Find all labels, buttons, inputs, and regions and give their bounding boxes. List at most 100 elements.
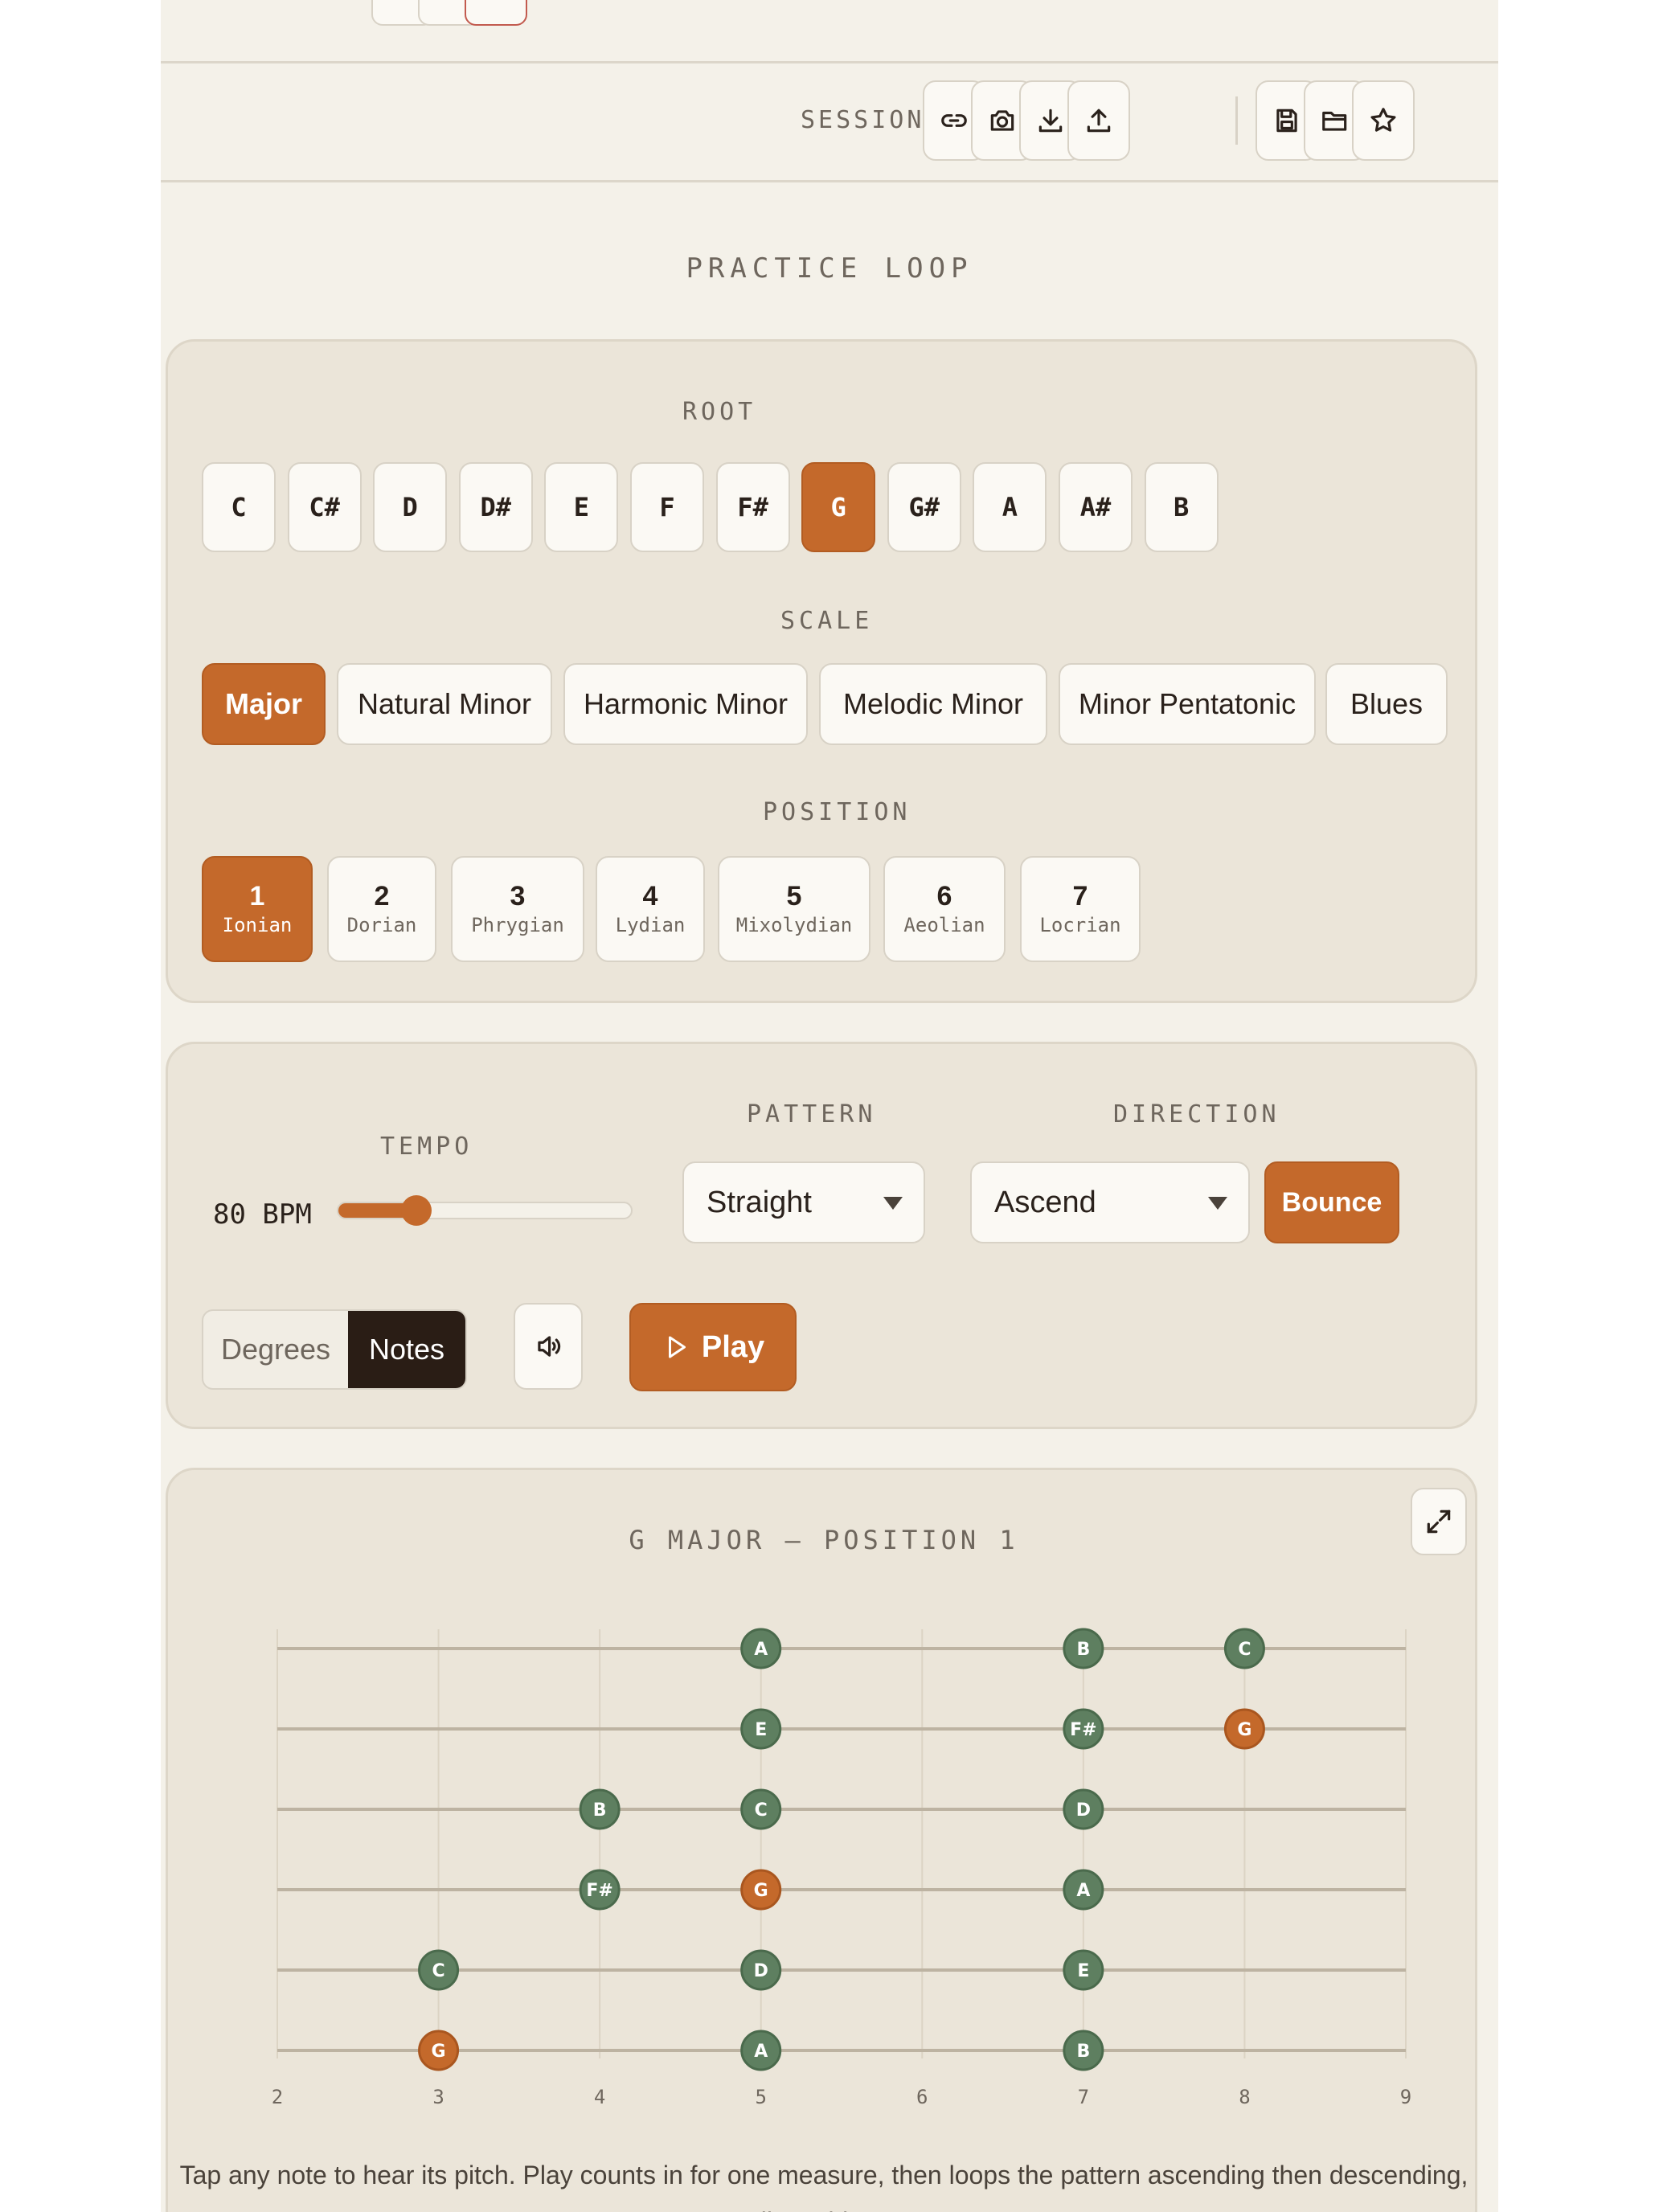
fret-number-label: 4 <box>594 2086 605 2108</box>
fret-number-label: 8 <box>1239 2086 1250 2108</box>
scale-option-button[interactable]: Blues <box>1325 663 1448 745</box>
root-note-dot[interactable]: G <box>1223 1708 1265 1750</box>
fretboard-help-text: Tap any note to hear its pitch. Play cou… <box>179 2161 1469 2212</box>
chevron-down-icon <box>883 1197 903 1210</box>
position-label: POSITION <box>763 798 911 826</box>
root-note-button[interactable]: C# <box>287 462 362 552</box>
root-note-button[interactable]: C <box>202 462 276 552</box>
fret-number-label: 2 <box>272 2086 283 2108</box>
practice-loop-title: PRACTICE LOOP <box>686 252 973 285</box>
tempo-slider-thumb[interactable] <box>401 1195 432 1226</box>
position-option-button[interactable]: 6 Aeolian <box>883 856 1006 962</box>
position-mode-name: Lydian <box>615 914 686 936</box>
folder-open-icon <box>1322 111 1347 131</box>
fret-number-label: 9 <box>1400 2086 1411 2108</box>
bounce-button[interactable]: Bounce <box>1264 1161 1399 1243</box>
root-note-button[interactable]: A <box>973 462 1047 552</box>
root-note-button[interactable]: D <box>373 462 448 552</box>
scale-note-dot[interactable]: E <box>740 1708 782 1750</box>
note-label: C <box>432 1961 444 1981</box>
position-number: 5 <box>786 881 802 911</box>
session-label: SESSION <box>801 106 925 134</box>
fret-number-label: 7 <box>1078 2086 1089 2108</box>
note-label: B <box>1076 1640 1090 1660</box>
root-note-dot[interactable]: G <box>418 2030 460 2071</box>
scale-note-dot[interactable]: D <box>740 1949 782 1991</box>
pattern-select[interactable]: Straight <box>682 1161 925 1243</box>
scale-note-dot[interactable]: B <box>1063 1628 1104 1669</box>
direction-select[interactable]: Ascend <box>970 1161 1250 1243</box>
position-mode-name: Phrygian <box>471 914 564 936</box>
note-label: E <box>1077 1961 1089 1981</box>
position-option-button[interactable]: 5 Mixolydian <box>718 856 870 962</box>
scale-note-dot[interactable]: F# <box>579 1869 621 1911</box>
camera-icon <box>990 110 1014 131</box>
scale-note-dot[interactable]: A <box>740 1628 782 1669</box>
selection-panel: ROOT C C# D D# E F F# G G# A A# B SCALE Major Natura… <box>166 339 1477 1003</box>
note-label: G <box>432 2042 446 2062</box>
position-number: 4 <box>642 881 658 911</box>
position-option-button[interactable]: 4 Lydian <box>596 856 705 962</box>
root-note-button[interactable]: F# <box>715 462 790 552</box>
alert-button[interactable] <box>465 0 527 26</box>
root-note-button[interactable]: B <box>1144 462 1219 552</box>
note-label: D <box>1076 1800 1091 1821</box>
scale-option-button[interactable]: Melodic Minor <box>819 663 1047 745</box>
scale-note-dot[interactable]: E <box>1063 1949 1104 1991</box>
link-icon <box>941 114 967 127</box>
fret-number-label: 6 <box>916 2086 928 2108</box>
scale-note-dot[interactable]: B <box>579 1788 621 1830</box>
notes-toggle-option[interactable]: Notes <box>348 1311 465 1388</box>
fretboard-panel: G MAJOR — POSITION 1 2 3 4 5 6 7 8 9 A B C E F# G B C D F… <box>166 1468 1477 2212</box>
root-note-button[interactable]: D# <box>458 462 533 552</box>
tempo-slider[interactable] <box>337 1202 633 1219</box>
scale-option-button[interactable]: Minor Pentatonic <box>1059 663 1316 745</box>
scale-note-dot[interactable]: C <box>740 1788 782 1830</box>
scale-option-button[interactable]: Natural Minor <box>337 663 552 745</box>
controls-panel: TEMPO 80 BPM PATTERN Straight DIRECTION … <box>166 1042 1477 1429</box>
top-toolbar <box>161 0 1498 63</box>
note-label: G <box>754 1881 768 1901</box>
scale-note-dot[interactable]: C <box>418 1949 460 1991</box>
degrees-toggle-option[interactable]: Degrees <box>203 1311 348 1388</box>
root-note-button[interactable]: G# <box>887 462 961 552</box>
root-note-button[interactable]: E <box>544 462 619 552</box>
play-button[interactable]: Play <box>629 1303 797 1391</box>
root-note-dot[interactable]: G <box>740 1869 782 1911</box>
position-number: 2 <box>374 881 390 911</box>
scale-note-dot[interactable]: A <box>1063 1869 1104 1911</box>
position-option-button[interactable]: 1 Ionian <box>202 856 313 962</box>
position-mode-name: Locrian <box>1039 914 1121 936</box>
scale-option-button[interactable]: Harmonic Minor <box>563 663 808 745</box>
session-bar: SESSION <box>161 63 1498 182</box>
position-option-button[interactable]: 2 Dorian <box>327 856 436 962</box>
note-label: F# <box>1070 1720 1096 1740</box>
chevron-down-icon <box>1208 1197 1227 1210</box>
scale-note-dot[interactable]: A <box>740 2030 782 2071</box>
position-number: 6 <box>936 881 952 911</box>
star-icon <box>1370 108 1396 132</box>
scale-option-button[interactable]: Major <box>202 663 326 745</box>
scale-note-dot[interactable]: F# <box>1063 1708 1104 1750</box>
upload-button[interactable] <box>1067 80 1130 161</box>
root-note-button[interactable]: G <box>801 462 876 552</box>
play-icon <box>668 1336 686 1358</box>
root-note-button[interactable]: F <box>630 462 704 552</box>
position-option-button[interactable]: 7 Locrian <box>1020 856 1141 962</box>
sound-button[interactable] <box>514 1303 583 1390</box>
note-label: C <box>1238 1640 1251 1660</box>
tempo-value: 80 BPM <box>213 1198 312 1231</box>
note-label: B <box>593 1800 607 1821</box>
play-button-label: Play <box>701 1329 765 1364</box>
note-label: G <box>1237 1720 1251 1740</box>
position-number: 3 <box>510 881 526 911</box>
note-label: B <box>1076 2042 1090 2062</box>
scale-note-dot[interactable]: C <box>1223 1628 1265 1669</box>
position-option-button[interactable]: 3 Phrygian <box>451 856 584 962</box>
root-note-button[interactable]: A# <box>1059 462 1133 552</box>
note-label: D <box>754 1961 768 1981</box>
toolbar-overflow <box>172 0 293 3</box>
favorite-button[interactable] <box>1352 80 1415 161</box>
scale-note-dot[interactable]: B <box>1063 2030 1104 2071</box>
scale-note-dot[interactable]: D <box>1063 1788 1104 1830</box>
